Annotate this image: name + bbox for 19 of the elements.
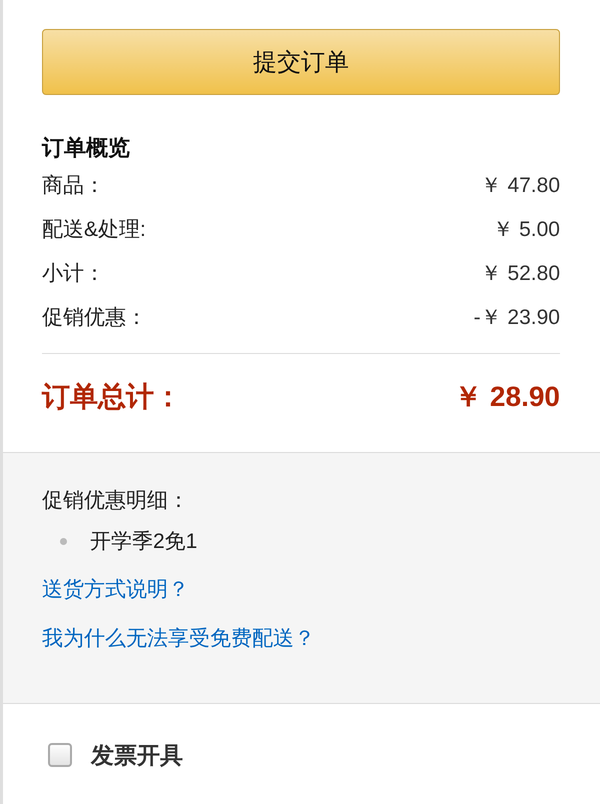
promotion-item: 开学季2免1	[90, 529, 198, 555]
summary-amount: ￥ 5.00	[492, 217, 560, 243]
summary-amount: ￥ 47.80	[480, 173, 560, 199]
invoice-label: 发票开具	[91, 740, 183, 770]
summary-label: 商品：	[42, 173, 105, 199]
summary-amount: ￥ 52.80	[480, 261, 560, 287]
submit-order-button[interactable]: 提交订单	[42, 29, 560, 95]
promotion-details-title: 促销优惠明细：	[42, 488, 190, 514]
summary-title: 订单概览	[42, 134, 131, 162]
help-link[interactable]: 送货方式说明？	[42, 572, 189, 608]
summary-label: 小计：	[42, 261, 105, 287]
summary-label: 配送&处理:	[42, 217, 146, 243]
help-link[interactable]: 我为什么无法享受免费配送？	[42, 621, 315, 657]
summary-label: 促销优惠：	[42, 305, 147, 331]
invoice-checkbox[interactable]	[48, 743, 72, 767]
summary-amount: -￥ 23.90	[474, 305, 560, 331]
bullet-icon	[60, 538, 67, 544]
order-total-amount: ￥ 28.90	[454, 380, 560, 414]
order-total-label: 订单总计：	[42, 380, 182, 414]
